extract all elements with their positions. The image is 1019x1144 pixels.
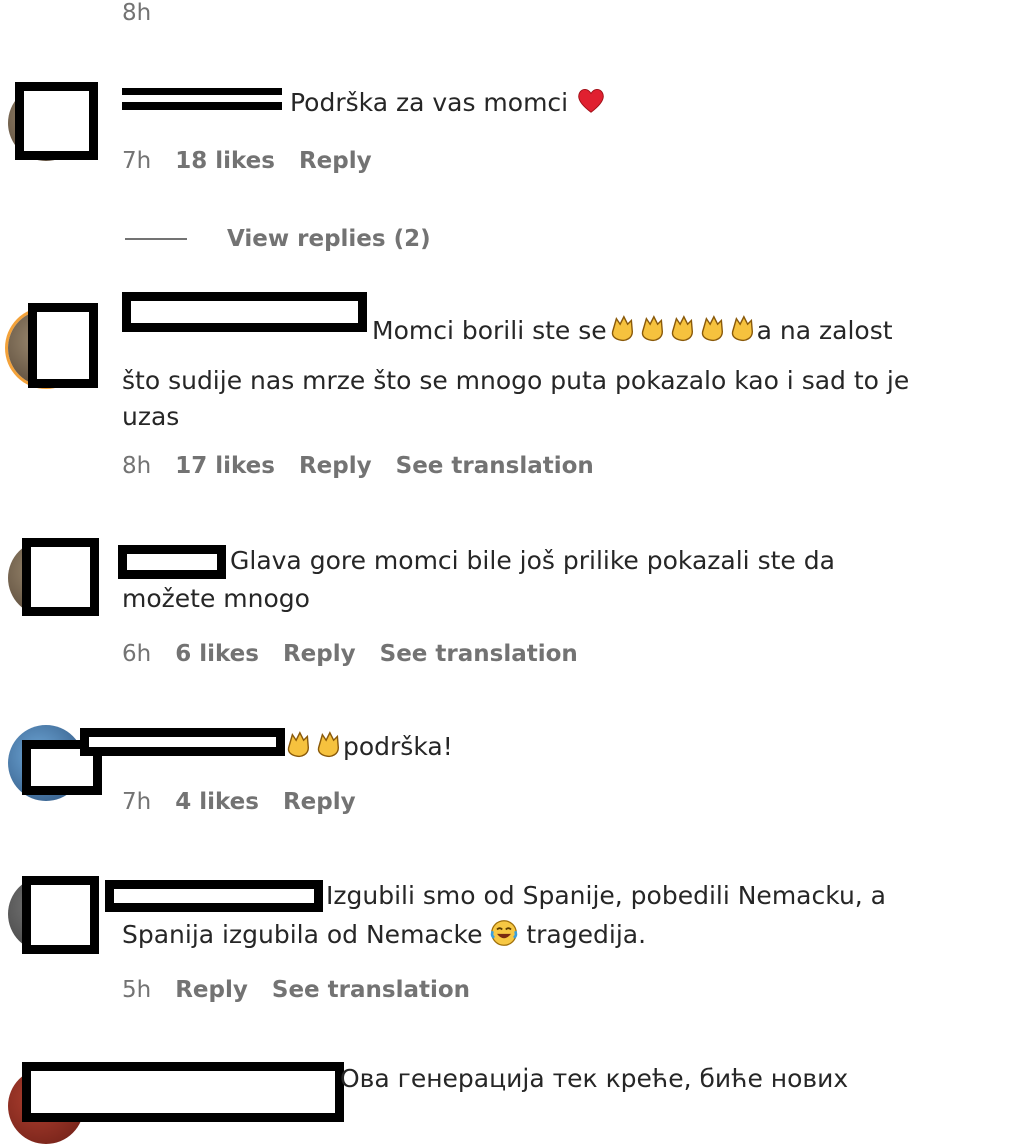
clapping-hands-icon xyxy=(731,315,753,342)
clapping-hands-icon xyxy=(671,315,693,342)
see-translation-button[interactable]: See translation xyxy=(380,641,578,667)
reply-button[interactable]: Reply xyxy=(299,148,372,174)
comment-meta: 8h 17 likes Reply See translation xyxy=(122,453,594,479)
comment-time: 7h xyxy=(122,148,152,174)
red-heart-icon xyxy=(578,88,604,113)
comment-text: Spanija izgubila od Nemacke tragedija. xyxy=(122,920,647,949)
comment-time: 8h xyxy=(122,453,152,479)
likes-link[interactable]: 18 likes xyxy=(175,148,275,174)
comment-text: možete mnogo xyxy=(122,584,310,613)
redaction-box xyxy=(22,538,99,616)
comment-time: 6h xyxy=(122,641,152,667)
clapping-hands-icon xyxy=(611,315,633,342)
comment-meta: 7h 18 likes Reply xyxy=(122,148,372,174)
redaction-box xyxy=(80,728,285,756)
clapping-hands-icon xyxy=(287,731,310,758)
comment-meta: 7h 4 likes Reply xyxy=(122,789,356,815)
redaction-box xyxy=(22,1062,344,1122)
reply-button[interactable]: Reply xyxy=(283,641,356,667)
view-replies-label: View replies (2) xyxy=(227,226,431,252)
redaction-box xyxy=(122,88,282,110)
comment-time: 7h xyxy=(122,789,152,815)
comment-meta: 5h Reply See translation xyxy=(122,977,470,1003)
redaction-box xyxy=(122,292,367,332)
view-replies-button[interactable]: View replies (2) xyxy=(125,226,431,252)
see-translation-button[interactable]: See translation xyxy=(396,453,594,479)
likes-link[interactable]: 4 likes xyxy=(175,789,259,815)
comment-text: Momci borili ste se a na zalost xyxy=(372,312,893,350)
comment-text: Ова генерација тек креће, биће нових xyxy=(340,1064,849,1093)
comment-text: Podrška za vas momci xyxy=(290,84,606,122)
reply-button[interactable]: Reply xyxy=(299,453,372,479)
reply-button[interactable]: Reply xyxy=(283,789,356,815)
redaction-box xyxy=(118,545,226,579)
reply-button[interactable]: Reply xyxy=(175,977,248,1003)
likes-link[interactable]: 17 likes xyxy=(175,453,275,479)
redaction-box xyxy=(105,880,323,912)
see-translation-button[interactable]: See translation xyxy=(272,977,470,1003)
comment-text: Izgubili smo od Spanije, pobedili Nemack… xyxy=(326,881,886,910)
comment-time: 5h xyxy=(122,977,152,1003)
top-comment-time: 8h xyxy=(122,0,152,26)
likes-link[interactable]: 6 likes xyxy=(175,641,259,667)
comment-text: što sudije nas mrze što se mnogo puta po… xyxy=(122,366,910,395)
comment-text: podrška! xyxy=(283,728,453,766)
clapping-hands-icon xyxy=(641,315,663,342)
redaction-box xyxy=(22,876,99,954)
redaction-box xyxy=(28,303,98,388)
comment-meta: 6h 6 likes Reply See translation xyxy=(122,641,578,667)
clapping-hands-icon xyxy=(317,731,340,758)
divider-line xyxy=(125,238,187,240)
comment-text: uzas xyxy=(122,402,180,431)
face-with-tears-of-joy-icon xyxy=(491,920,518,946)
clapping-hands-icon xyxy=(701,315,723,342)
redaction-box xyxy=(15,82,98,160)
comment-text: Glava gore momci bile još prilike pokaza… xyxy=(230,546,835,575)
